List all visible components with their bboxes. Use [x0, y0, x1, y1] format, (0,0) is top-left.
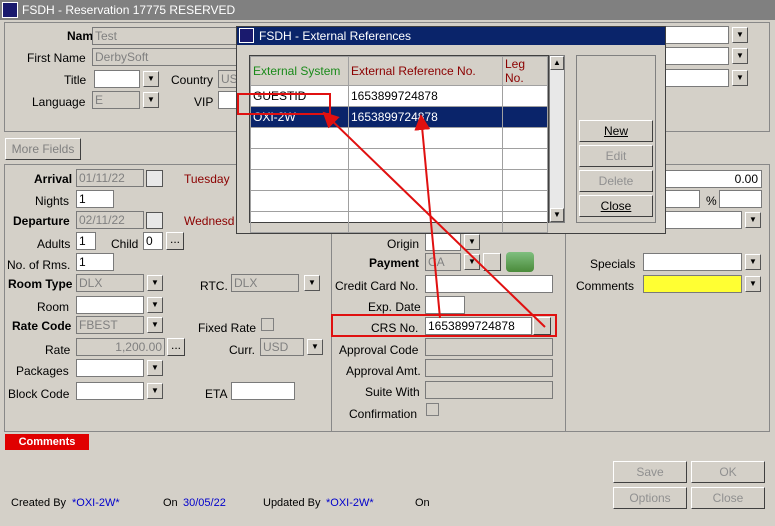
annotation-arrows	[322, 111, 546, 328]
arrow-to-oxi	[322, 111, 546, 328]
arrow-to-reference	[414, 114, 441, 319]
